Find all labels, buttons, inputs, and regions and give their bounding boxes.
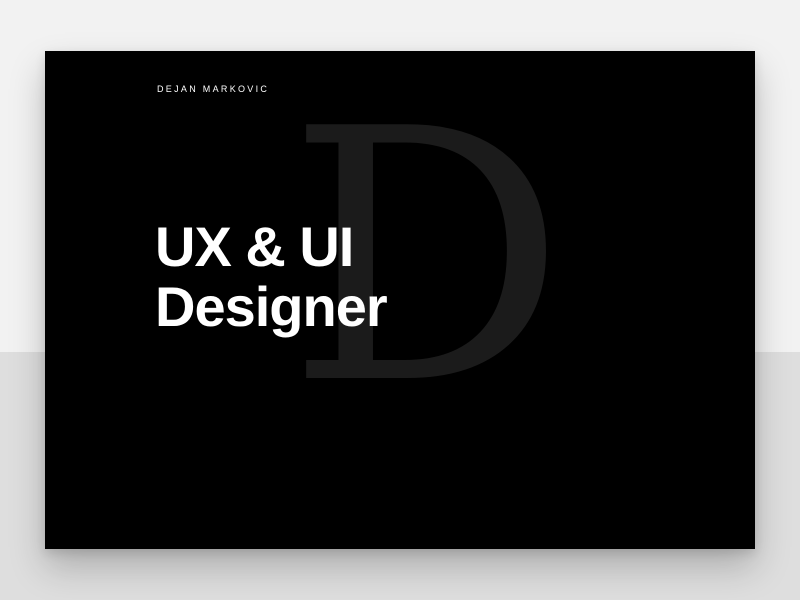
headline-line-2: Designer (155, 275, 388, 338)
designer-name[interactable]: DEJAN MARKOVIC (157, 84, 269, 94)
hero-headline: UX & UI Designer (155, 215, 388, 338)
portfolio-hero-card: D DEJAN MARKOVIC UX & UI Designer (45, 51, 755, 549)
headline-line-1: UX & UI (155, 215, 354, 278)
